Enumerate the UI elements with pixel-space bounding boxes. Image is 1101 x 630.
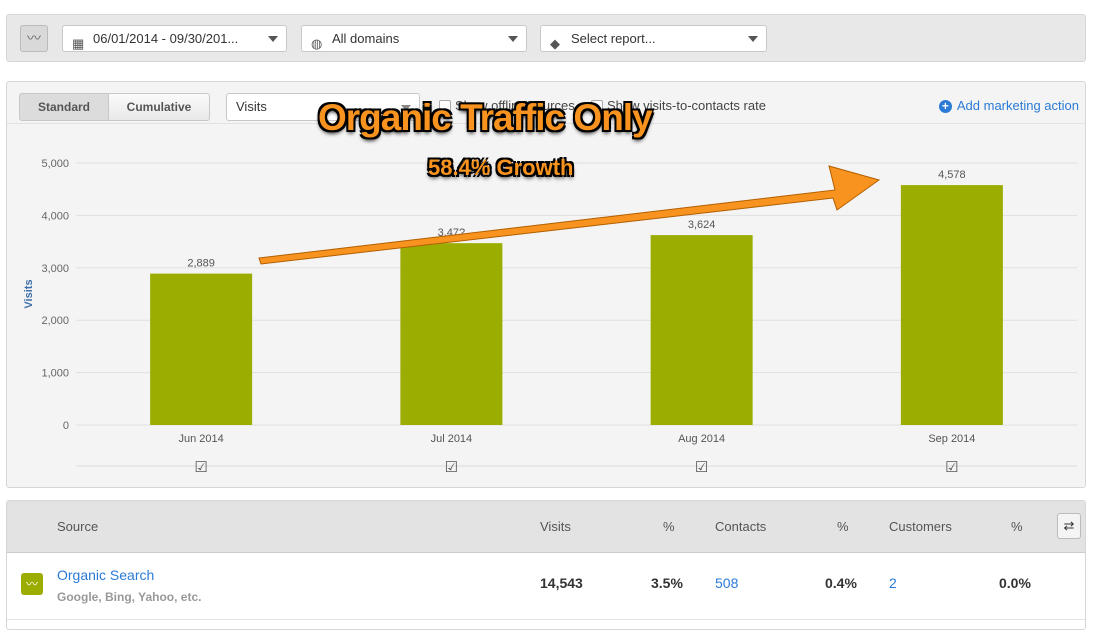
report-value: Select report... (571, 31, 656, 46)
bar[interactable] (650, 235, 753, 425)
source-subtitle: Google, Bing, Yahoo, etc. (57, 590, 202, 604)
chevron-down-icon (748, 36, 758, 42)
swap-columns-button[interactable]: ⇄ (1057, 513, 1081, 539)
contacts-pct-value: 0.4% (825, 575, 857, 591)
marketing-action-icon[interactable]: ☑ (194, 459, 207, 476)
toolbar: 〰 ▦ 06/01/2014 - 09/30/201... ◍ All domain… (6, 14, 1086, 62)
col-visits[interactable]: Visits (540, 519, 571, 534)
domains-value: All domains (332, 31, 400, 46)
x-tick-label: Jul 2014 (431, 433, 473, 445)
marketing-action-icon[interactable]: ☑ (945, 459, 958, 476)
col-visits-pct[interactable]: % (663, 519, 675, 534)
x-tick-label: Sep 2014 (928, 433, 975, 445)
y-tick-label: 3,000 (41, 263, 69, 275)
bar[interactable] (150, 273, 253, 425)
col-customers-pct[interactable]: % (1011, 519, 1023, 534)
visits-value: 14,543 (540, 575, 583, 591)
chevron-down-icon (508, 36, 518, 42)
y-tick-label: 1,000 (41, 368, 69, 380)
annotation-subtitle: 58.4% Growth (428, 155, 574, 180)
y-axis-label: Visits (23, 279, 35, 308)
col-customers[interactable]: Customers (889, 519, 952, 534)
annotation-title: Organic Traffic Only (318, 97, 653, 138)
report-select[interactable]: ◆ Select report... (540, 25, 767, 52)
bar-value-label: 4,578 (938, 169, 966, 181)
sources-table: Source Visits % Contacts % Customers % ⇄… (6, 500, 1086, 630)
pulse-icon: 〰 (27, 30, 41, 46)
date-range-value: 06/01/2014 - 09/30/201... (93, 31, 239, 46)
contacts-link[interactable]: 508 (715, 575, 738, 591)
y-tick-label: 2,000 (41, 315, 69, 327)
col-source[interactable]: Source (57, 519, 98, 534)
globe-icon: ◍ (311, 36, 323, 51)
sources-pulse-button[interactable]: 〰 (20, 25, 48, 52)
bar-value-label: 3,624 (688, 219, 716, 231)
pulse-icon: 〰 (21, 573, 43, 595)
calendar-icon: ▦ (72, 36, 85, 51)
bar-value-label: 2,889 (187, 258, 215, 270)
y-tick-label: 5,000 (41, 158, 69, 170)
customers-link[interactable]: 2 (889, 575, 897, 591)
domains-select[interactable]: ◍ All domains (301, 25, 527, 52)
row-divider (7, 619, 1085, 620)
visits-pct-value: 3.5% (651, 575, 683, 591)
chevron-down-icon (268, 36, 278, 42)
marketing-action-icon[interactable]: ☑ (695, 459, 708, 476)
swap-icon: ⇄ (1063, 518, 1075, 533)
col-contacts-pct[interactable]: % (837, 519, 849, 534)
table-header: Source Visits % Contacts % Customers % ⇄ (7, 501, 1085, 553)
y-tick-label: 4,000 (41, 210, 69, 222)
y-tick-label: 0 (63, 420, 69, 432)
x-tick-label: Jun 2014 (178, 433, 223, 445)
bar[interactable] (400, 243, 503, 425)
customers-pct-value: 0.0% (999, 575, 1031, 591)
source-link[interactable]: Organic Search (57, 567, 154, 583)
x-tick-label: Aug 2014 (678, 433, 725, 445)
bar-chart: 0 1,000 2,000 3,000 4,000 5,000 Visits 2,889 Jun… (23, 158, 1077, 476)
tag-icon: ◆ (550, 36, 560, 51)
marketing-action-icon[interactable]: ☑ (445, 459, 458, 476)
bar[interactable] (900, 185, 1003, 425)
col-contacts[interactable]: Contacts (715, 519, 766, 534)
date-range-select[interactable]: ▦ 06/01/2014 - 09/30/201... (62, 25, 287, 52)
chart-panel: Standard Cumulative Visits Show offline … (6, 81, 1086, 488)
